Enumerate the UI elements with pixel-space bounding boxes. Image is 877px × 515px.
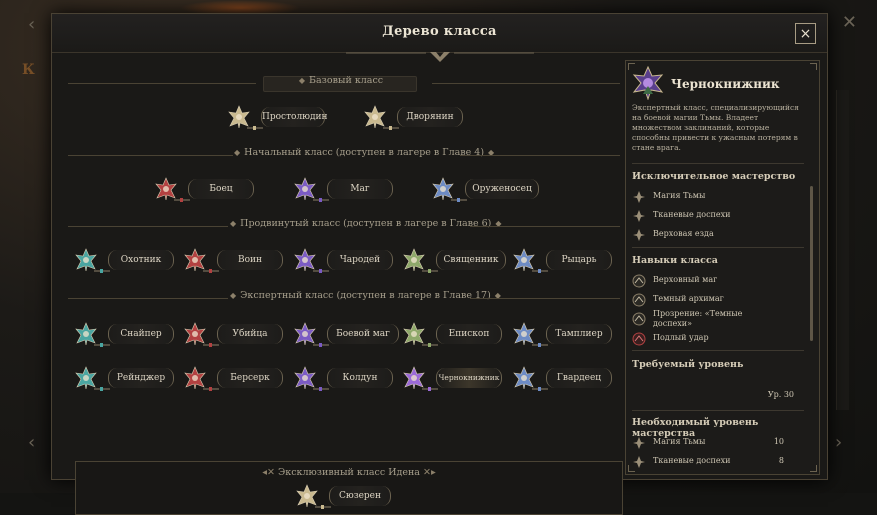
- riding-icon: [633, 229, 645, 241]
- mastery-item: Тканевые доспехи: [632, 208, 802, 224]
- section-base-label: ◆ Базовый класс: [298, 75, 384, 86]
- section-starting: ◆ Начальный класс (доступен в лагере в Гл…: [60, 147, 620, 163]
- archmage-skill-icon: [632, 274, 646, 288]
- class-node-label: Гвардеец: [546, 368, 612, 388]
- panel-scrollbar[interactable]: [810, 186, 813, 341]
- class-node-label: Сюзерен: [329, 486, 391, 506]
- class-node-label: Рейнджер: [108, 368, 174, 388]
- class-node-label: Снайпер: [108, 324, 174, 344]
- section-starting-label: ◆ Начальный класс (доступен в лагере в Гл…: [234, 147, 495, 158]
- class-details-panel: Чернокнижник Экспертный класс, специализ…: [625, 60, 820, 475]
- class-node-label: Боевой маг: [327, 324, 399, 344]
- class-node-label: Чародей: [327, 250, 393, 270]
- class-description: Экспертный класс, специализирующийся на …: [632, 103, 799, 152]
- class-node-label: Простолюдин: [261, 107, 328, 127]
- class-node-label: Убийца: [217, 324, 283, 344]
- chevron-right-icon: ›: [835, 432, 843, 453]
- class-tree: ◆ Базовый класс ◆ Начальный класс (доступе…: [60, 62, 623, 515]
- mastery-item: Магия Тьмы: [632, 189, 802, 205]
- required-mastery-item: Магия Тьмы 10: [632, 435, 784, 451]
- class-tree-dialog: Дерево класса × ◆ Базовый класс ◆ Начальны…: [51, 13, 828, 515]
- section-expert: ◆ Экспертный класс (доступен в лагере в Г…: [60, 290, 620, 306]
- class-node-label: Охотник: [108, 250, 174, 270]
- class-node-label: Дворянин: [397, 107, 463, 127]
- required-level-title: Требуемый уровень: [632, 359, 744, 370]
- required-level-value: Ур. 30: [767, 390, 794, 399]
- background-side-panel: [836, 90, 849, 410]
- class-node-label: Берсерк: [217, 368, 283, 388]
- class-node-label: Священник: [436, 250, 506, 270]
- exclusive-mastery-title: Исключительное мастерство: [632, 171, 796, 182]
- skill-item[interactable]: Верховный маг: [632, 273, 802, 289]
- close-icon: ✕: [841, 12, 857, 33]
- dark-archmage-skill-icon: [632, 293, 646, 307]
- class-node-label: Чернокнижник: [436, 368, 502, 388]
- skill-item[interactable]: Прозрение: «Темные доспехи»: [632, 309, 802, 328]
- necromancer-emblem-icon: [632, 66, 664, 100]
- exclusive-class-box: ◂✕ Эксклюзивный класс Идена ✕▸ Сюзерен: [75, 461, 623, 515]
- section-advanced-label: ◆ Продвинутый класс (доступен в лагере в …: [230, 218, 502, 229]
- skill-item[interactable]: Темный архимаг: [632, 292, 802, 308]
- class-name: Чернокнижник: [671, 77, 780, 91]
- chevron-left-icon: ‹: [28, 14, 36, 35]
- close-button[interactable]: ×: [795, 23, 816, 44]
- class-node-label: Оруженосец: [465, 179, 539, 199]
- class-node-label: Воин: [217, 250, 283, 270]
- dialog-header: Дерево класса ×: [52, 14, 827, 62]
- cloth-armor-icon: [633, 210, 645, 222]
- class-node-label: Маг: [327, 179, 393, 199]
- required-mastery-item: Тканевые доспехи 8: [632, 454, 784, 470]
- dark-armor-skill-icon: [632, 312, 646, 326]
- dark-magic-icon: [633, 437, 645, 449]
- section-advanced: ◆ Продвинутый класс (доступен в лагере в …: [60, 218, 620, 234]
- dark-magic-icon: [633, 191, 645, 203]
- section-expert-label: ◆ Экспертный класс (доступен в лагере в Г…: [230, 290, 501, 301]
- class-skills-title: Навыки класса: [632, 255, 718, 266]
- class-node-label: Рыцарь: [546, 250, 612, 270]
- class-node-label: Епископ: [436, 324, 502, 344]
- chevron-left-icon: ‹: [28, 432, 36, 453]
- exclusive-class-label: ◂✕ Эксклюзивный класс Идена ✕▸: [262, 467, 436, 478]
- class-node-label: Тамплиер: [546, 324, 612, 344]
- skill-item[interactable]: Подлый удар: [632, 331, 802, 347]
- sneak-attack-skill-icon: [632, 332, 646, 346]
- section-base: ◆ Базовый класс: [60, 75, 620, 92]
- background-partial-title: К: [22, 62, 35, 78]
- dialog-title: Дерево класса: [382, 24, 497, 39]
- class-node-label: Боец: [188, 179, 254, 199]
- mastery-item: Верховая езда: [632, 227, 802, 243]
- class-node-label: Колдун: [327, 368, 393, 388]
